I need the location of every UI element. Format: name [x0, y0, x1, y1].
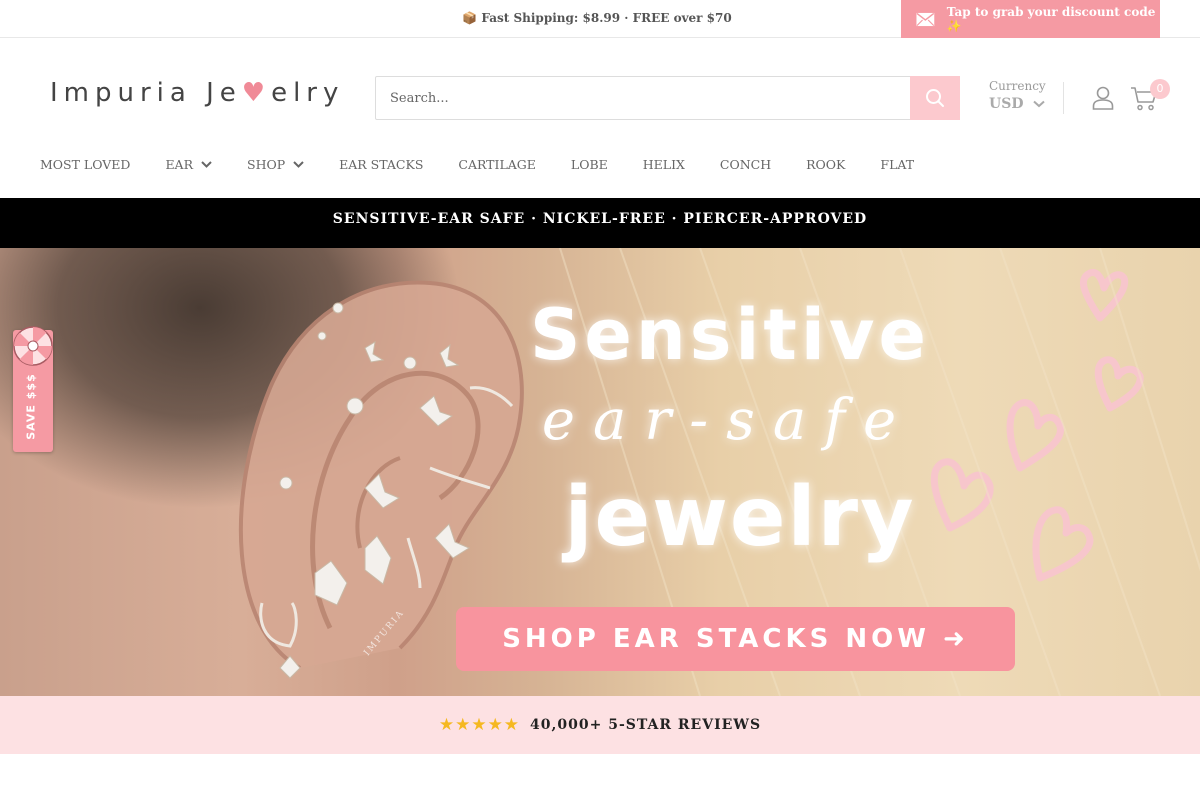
nav-item-rook[interactable]: ROOK — [806, 157, 845, 172]
logo-text-start: Impuria Je — [50, 78, 242, 108]
store-logo[interactable]: Impuria Je♥elry — [50, 78, 344, 108]
hero-title-line3: jewelry — [564, 470, 916, 565]
chevron-down-icon — [201, 161, 212, 168]
logo-heart-icon: ♥ — [241, 78, 272, 108]
star-rating-icon: ★★★★★ — [438, 715, 521, 735]
logo-text-end: elry — [271, 78, 345, 108]
search-bar — [375, 76, 960, 120]
nav-label: SHOP — [247, 157, 286, 172]
main-nav: MOST LOVED EAR SHOP EAR STACKS CARTILAGE… — [40, 157, 949, 172]
prize-wheel-icon — [13, 326, 53, 366]
nav-item-cartilage[interactable]: CARTILAGE — [458, 157, 536, 172]
discount-label: Tap to grab your discount code ✨ — [946, 5, 1156, 33]
reviews-strip: ★★★★★ 40,000+ 5-STAR REVIEWS — [0, 696, 1200, 754]
nav-item-shop[interactable]: SHOP — [247, 157, 304, 172]
save-tab-label: SAVE $$$ — [24, 373, 38, 440]
hero-title-line1: Sensitive — [530, 294, 930, 376]
nav-label: EAR STACKS — [339, 157, 424, 172]
hero-title-line2: ear-safe — [541, 388, 915, 453]
nav-item-conch[interactable]: CONCH — [720, 157, 771, 172]
nav-item-ear[interactable]: EAR — [165, 157, 212, 172]
shop-ear-stacks-button[interactable]: SHOP EAR STACKS NOW ➜ — [456, 607, 1015, 671]
nav-label: LOBE — [570, 157, 608, 172]
currency-selector[interactable]: Currency USD — [989, 79, 1046, 112]
nav-label: FLAT — [880, 157, 915, 172]
nav-item-lobe[interactable]: LOBE — [571, 157, 608, 172]
save-tab[interactable]: SAVE $$$ — [13, 326, 53, 452]
nav-label: EAR — [165, 157, 194, 172]
search-input[interactable] — [376, 77, 906, 119]
search-icon — [926, 89, 944, 107]
nav-item-flat[interactable]: FLAT — [880, 157, 914, 172]
nav-label: ROOK — [806, 157, 846, 172]
search-button[interactable] — [910, 76, 960, 120]
account-icon[interactable] — [1092, 86, 1114, 110]
currency-value: USD — [989, 96, 1024, 112]
nav-label: MOST LOVED — [40, 157, 131, 172]
nav-item-helix[interactable]: HELIX — [643, 157, 685, 172]
currency-label: Currency — [989, 79, 1046, 93]
nav-label: CONCH — [719, 157, 772, 172]
nav-item-ear-stacks[interactable]: EAR STACKS — [339, 157, 423, 172]
cart-count-badge: 0 — [1150, 79, 1170, 99]
nav-item-most-loved[interactable]: MOST LOVED — [40, 157, 130, 172]
reviews-text: 40,000+ 5-STAR REVIEWS — [530, 717, 762, 733]
nav-label: HELIX — [642, 157, 685, 172]
chevron-down-icon — [293, 161, 304, 168]
hero-banner[interactable]: Sensitive ear-safe jewelry IMPURIA SHOP … — [0, 248, 1200, 696]
announcement-bar: 📦 Fast Shipping: $8.99 · FREE over $70 T… — [0, 0, 1200, 38]
trust-strip: SENSITIVE-EAR SAFE · NICKEL-FREE · PIERC… — [0, 198, 1200, 248]
discount-code-button[interactable]: Tap to grab your discount code ✨ — [901, 0, 1160, 38]
chevron-down-icon — [1032, 100, 1045, 108]
envelope-icon — [916, 12, 935, 26]
header-divider — [1063, 82, 1064, 114]
nav-label: CARTILAGE — [458, 157, 536, 172]
